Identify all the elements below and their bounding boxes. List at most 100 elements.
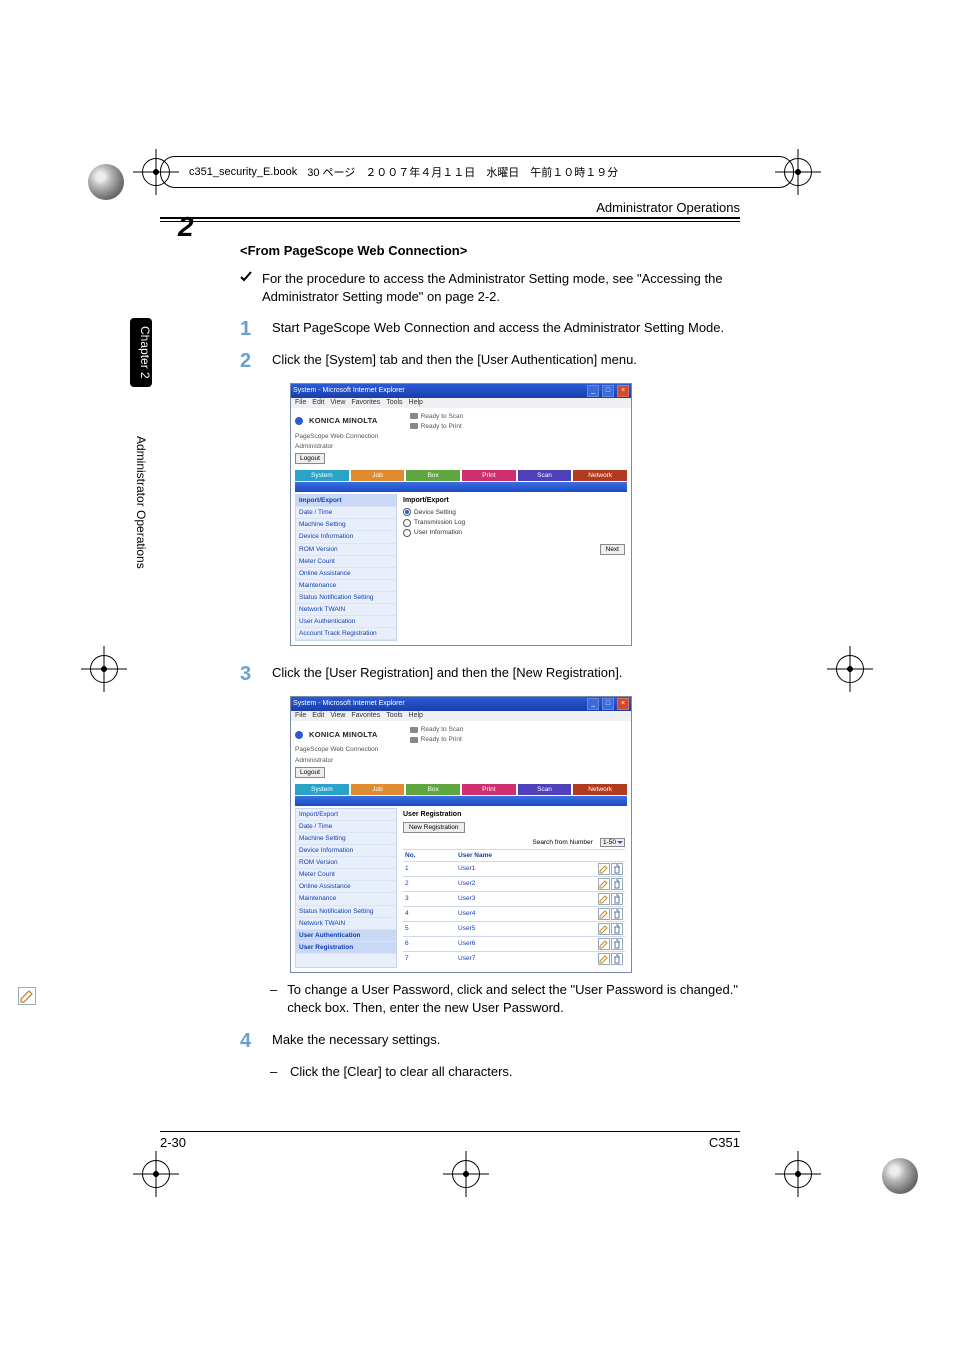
nav-status-notify[interactable]: Status Notification Setting: [296, 592, 396, 604]
nav-user-registration[interactable]: User Registration: [296, 942, 396, 954]
new-registration-button[interactable]: New Registration: [403, 822, 465, 833]
nav-meter-count[interactable]: Meter Count: [296, 556, 396, 568]
logout-button[interactable]: Logout: [295, 453, 325, 464]
status-scan: Ready to Scan: [421, 412, 464, 421]
tab-job[interactable]: Job: [351, 470, 405, 481]
nav-online-assist[interactable]: Online Assistance: [296, 568, 396, 580]
maximize-icon[interactable]: □: [602, 385, 614, 397]
nav-import-export[interactable]: Import/Export: [296, 495, 396, 507]
nav-online-assist[interactable]: Online Assistance: [296, 881, 396, 893]
nav-date-time[interactable]: Date / Time: [296, 821, 396, 833]
nav-import-export[interactable]: Import/Export: [296, 809, 396, 821]
role-label: Administrator: [295, 756, 627, 765]
nav-status-notify[interactable]: Status Notification Setting: [296, 906, 396, 918]
nav-machine-setting[interactable]: Machine Setting: [296, 519, 396, 531]
nav-network-twain[interactable]: Network TWAIN: [296, 918, 396, 930]
step-number: 3: [240, 664, 258, 684]
radio-transmission-log[interactable]: Transmission Log: [403, 518, 625, 527]
window-title: System - Microsoft Internet Explorer: [293, 386, 405, 396]
print-header: c351_security_E.book 30 ページ ２００７年４月１１日 水…: [160, 156, 794, 188]
close-icon[interactable]: ×: [617, 385, 629, 397]
edit-icon[interactable]: [598, 878, 610, 890]
edit-icon[interactable]: [598, 908, 610, 920]
delete-icon[interactable]: [611, 953, 623, 965]
tab-print[interactable]: Print: [462, 470, 516, 481]
edit-icon[interactable]: [598, 863, 610, 875]
delete-icon[interactable]: [611, 908, 623, 920]
tab-scan[interactable]: Scan: [518, 470, 572, 481]
step-4: 4 Make the necessary settings.: [240, 1031, 740, 1051]
brand-name: KONICA MINOLTA: [309, 730, 378, 741]
table-header-row: No. User Name: [403, 849, 625, 861]
footer-model: C351: [709, 1135, 740, 1150]
nav-rom-version[interactable]: ROM Version: [296, 857, 396, 869]
step-1: 1 Start PageScope Web Connection and acc…: [240, 319, 740, 339]
menu-item[interactable]: Edit: [312, 398, 324, 408]
menu-item[interactable]: Help: [409, 398, 423, 408]
dash-icon: –: [270, 1063, 280, 1081]
nav-machine-setting[interactable]: Machine Setting: [296, 833, 396, 845]
edit-icon[interactable]: [598, 938, 610, 950]
nav-rom-version[interactable]: ROM Version: [296, 544, 396, 556]
nav-network-twain[interactable]: Network TWAIN: [296, 604, 396, 616]
menu-item[interactable]: Help: [409, 711, 423, 721]
radio-device-setting[interactable]: Device Setting: [403, 508, 625, 517]
edit-icon[interactable]: [598, 953, 610, 965]
table-row: 1User1: [403, 861, 625, 876]
range-select[interactable]: 1-50: [600, 838, 625, 847]
tab-job[interactable]: Job: [351, 784, 405, 795]
menu-item[interactable]: View: [330, 398, 345, 408]
table-row: 6User6: [403, 936, 625, 951]
sub-brand: PageScope Web Connection: [295, 745, 627, 754]
tab-network[interactable]: Network: [573, 470, 627, 481]
table-row: 4User4: [403, 906, 625, 921]
menu-item[interactable]: Edit: [312, 711, 324, 721]
tab-box[interactable]: Box: [406, 784, 460, 795]
tab-print[interactable]: Print: [462, 784, 516, 795]
logout-button[interactable]: Logout: [295, 767, 325, 778]
radio-user-info[interactable]: User Information: [403, 528, 625, 537]
tab-system[interactable]: System: [295, 784, 349, 795]
nav-device-info[interactable]: Device Information: [296, 845, 396, 857]
status-scan: Ready to Scan: [421, 725, 464, 734]
nav-account-track[interactable]: Account Track Registration: [296, 628, 396, 640]
prerequisite-text: For the procedure to access the Administ…: [262, 270, 740, 306]
delete-icon[interactable]: [611, 893, 623, 905]
minimize-icon[interactable]: _: [587, 698, 599, 710]
tab-system[interactable]: System: [295, 470, 349, 481]
menu-item[interactable]: Favorites: [351, 711, 380, 721]
edit-icon[interactable]: [598, 923, 610, 935]
menu-item[interactable]: File: [295, 398, 306, 408]
nav-maintenance[interactable]: Maintenance: [296, 893, 396, 905]
delete-icon[interactable]: [611, 863, 623, 875]
edit-icon[interactable]: [598, 893, 610, 905]
nav-user-auth[interactable]: User Authentication: [296, 616, 396, 628]
menu-item[interactable]: Tools: [386, 711, 402, 721]
side-nav: Import/Export Date / Time Machine Settin…: [295, 808, 397, 968]
menu-item[interactable]: Favorites: [351, 398, 380, 408]
nav-device-info[interactable]: Device Information: [296, 531, 396, 543]
menu-item[interactable]: Tools: [386, 398, 402, 408]
menu-item[interactable]: File: [295, 711, 306, 721]
crop-mark: [452, 1160, 480, 1188]
tab-box[interactable]: Box: [406, 470, 460, 481]
minimize-icon[interactable]: _: [587, 385, 599, 397]
maximize-icon[interactable]: □: [602, 698, 614, 710]
step-text: Click the [User Registration] and then t…: [272, 664, 622, 684]
delete-icon[interactable]: [611, 938, 623, 950]
nav-meter-count[interactable]: Meter Count: [296, 869, 396, 881]
close-icon[interactable]: ×: [617, 698, 629, 710]
step-text: Click the [System] tab and then the [Use…: [272, 351, 637, 371]
nav-user-auth[interactable]: User Authentication: [296, 930, 396, 942]
status-print: Ready to Print: [421, 735, 462, 744]
next-button[interactable]: Next: [600, 544, 625, 555]
tab-scan[interactable]: Scan: [518, 784, 572, 795]
nav-date-time[interactable]: Date / Time: [296, 507, 396, 519]
step-number: 1: [240, 319, 258, 339]
delete-icon[interactable]: [611, 923, 623, 935]
nav-maintenance[interactable]: Maintenance: [296, 580, 396, 592]
menu-item[interactable]: View: [330, 711, 345, 721]
delete-icon[interactable]: [611, 878, 623, 890]
tab-network[interactable]: Network: [573, 784, 627, 795]
print-header-date: ２００７年４月１１日 水曜日 午前１０時１９分: [365, 164, 618, 180]
